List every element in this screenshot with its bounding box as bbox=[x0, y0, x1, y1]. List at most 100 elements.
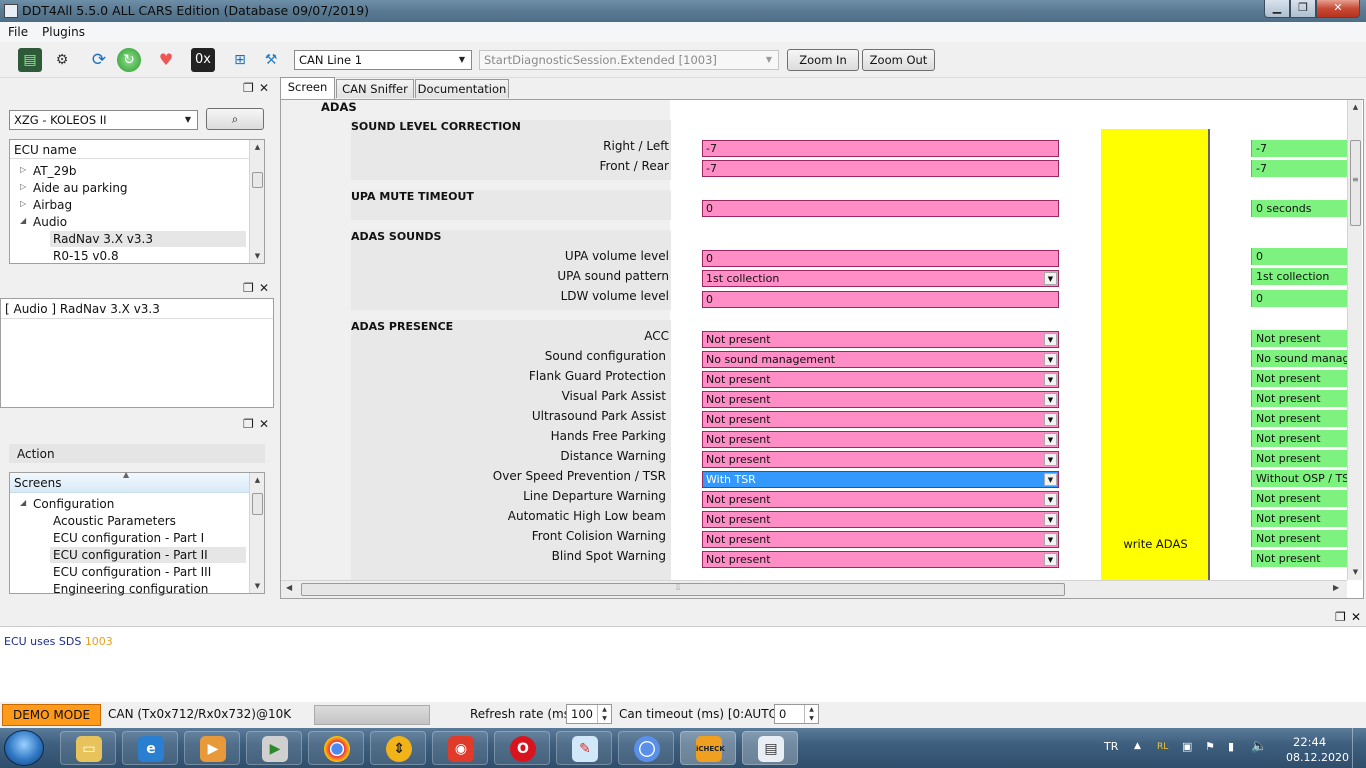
refresh-icon[interactable]: ⟳ bbox=[87, 48, 111, 72]
scroll-thumb[interactable] bbox=[252, 172, 263, 188]
write-adas-button[interactable]: write ADAS bbox=[1101, 129, 1210, 581]
session-select[interactable]: StartDiagnosticSession.Extended [1003] ▼ bbox=[479, 50, 779, 70]
network-icon[interactable]: ⊞ bbox=[228, 48, 252, 72]
taskbar-app[interactable]: ◉ bbox=[432, 731, 488, 765]
front-rear-input[interactable]: -7 bbox=[702, 160, 1059, 177]
taskbar-slideshow[interactable]: ▶ bbox=[246, 731, 302, 765]
float-icon[interactable]: ❐ bbox=[243, 417, 254, 431]
tree-item[interactable]: Engineering configuration bbox=[53, 582, 208, 596]
tray-expand-icon[interactable]: ▲ bbox=[1134, 741, 1141, 751]
scroll-down-icon[interactable]: ▼ bbox=[1348, 565, 1363, 579]
settings-gear-icon[interactable]: ⚙ bbox=[50, 48, 74, 72]
visual-park-select[interactable]: Not present ▼ bbox=[702, 391, 1059, 408]
taskbar-ie[interactable]: e bbox=[122, 731, 178, 765]
menu-file[interactable]: File bbox=[8, 25, 28, 39]
zoom-in-button[interactable]: Zoom In bbox=[787, 49, 859, 71]
upa-volume-input[interactable]: 0 bbox=[702, 250, 1059, 267]
tab-screen[interactable]: Screen bbox=[280, 77, 335, 99]
front-collision-select[interactable]: Not present ▼ bbox=[702, 531, 1059, 548]
hands-free-parking-select[interactable]: Not present ▼ bbox=[702, 431, 1059, 448]
screens-header[interactable]: Screens ▲ bbox=[10, 470, 250, 493]
screen-vscroll[interactable]: ▲ ≡ ▼ bbox=[1347, 100, 1362, 580]
taskbar-media[interactable]: ▶ bbox=[184, 731, 240, 765]
tab-documentation[interactable]: Documentation bbox=[415, 79, 509, 98]
osp-tsr-select[interactable]: With TSR ▼ bbox=[702, 471, 1059, 488]
tree-item[interactable]: ◢ Audio bbox=[20, 215, 67, 229]
tree-item[interactable]: ▷ Airbag bbox=[20, 198, 72, 212]
taskbar-icheck[interactable]: iCHECK bbox=[680, 731, 736, 765]
tree-item[interactable]: ▷ AT_29b bbox=[20, 164, 77, 178]
connect-icon[interactable]: ↻ bbox=[117, 48, 141, 72]
taskbar-chrome[interactable] bbox=[308, 731, 364, 765]
vehicle-select[interactable]: XZG - KOLEOS II ▼ bbox=[9, 110, 198, 130]
ldw-volume-input[interactable]: 0 bbox=[702, 291, 1059, 308]
tree-item[interactable]: ECU configuration - Part III bbox=[53, 565, 211, 579]
distance-warning-select[interactable]: Not present ▼ bbox=[702, 451, 1059, 468]
volume-icon[interactable]: 🔈 bbox=[1251, 739, 1267, 754]
taskbar-ddt4all[interactable]: ▤ bbox=[742, 731, 798, 765]
scroll-left-icon[interactable]: ◀ bbox=[286, 583, 292, 592]
tree-item[interactable]: ECU configuration - Part I bbox=[53, 531, 204, 545]
high-low-beam-select[interactable]: Not present ▼ bbox=[702, 511, 1059, 528]
upa-sound-pattern-select[interactable]: 1st collection ▼ bbox=[702, 270, 1059, 287]
flag-icon[interactable]: ⚑ bbox=[1205, 740, 1215, 753]
taskbar-paint[interactable]: ✎ bbox=[556, 731, 612, 765]
scroll-thumb[interactable]: ≡ bbox=[1350, 140, 1361, 226]
float-icon[interactable]: ❐ bbox=[243, 281, 254, 295]
heartbeat-icon[interactable]: ♥ bbox=[154, 48, 178, 72]
right-left-input[interactable]: -7 bbox=[702, 140, 1059, 157]
tab-can-sniffer[interactable]: CAN Sniffer bbox=[336, 79, 414, 98]
screen-hscroll[interactable]: ◀ ⦙⦙ ▶ bbox=[281, 580, 1347, 598]
scan-button[interactable]: ⌕ bbox=[206, 108, 264, 130]
taskbar-explorer[interactable]: ▭ bbox=[60, 731, 116, 765]
power-icon[interactable]: ▮ bbox=[1228, 740, 1234, 753]
close-icon[interactable]: ✕ bbox=[259, 417, 269, 431]
upa-mute-input[interactable]: 0 bbox=[702, 200, 1059, 217]
scroll-down-icon[interactable]: ▼ bbox=[250, 249, 265, 263]
hex-icon[interactable]: 0x bbox=[191, 48, 215, 72]
network-tray-icon[interactable]: ▣ bbox=[1182, 740, 1192, 753]
scroll-up-icon[interactable]: ▲ bbox=[250, 140, 265, 154]
close-icon[interactable]: ✕ bbox=[1351, 610, 1361, 624]
minimize-button[interactable]: ▁ bbox=[1264, 0, 1290, 18]
menu-plugins[interactable]: Plugins bbox=[42, 25, 85, 39]
scroll-up-icon[interactable]: ▲ bbox=[250, 473, 265, 487]
line-departure-select[interactable]: Not present ▼ bbox=[702, 491, 1059, 508]
tree-item[interactable]: ▷ Aide au parking bbox=[20, 181, 128, 195]
float-icon[interactable]: ❐ bbox=[243, 81, 254, 95]
ecu-tree-scrollbar[interactable]: ▲ ▼ bbox=[249, 140, 264, 263]
hscroll-thumb[interactable]: ⦙⦙ bbox=[301, 583, 1065, 596]
start-button[interactable] bbox=[4, 730, 44, 766]
spinner-icon[interactable]: ▲ ▼ bbox=[597, 705, 611, 723]
close-button[interactable]: ✕ bbox=[1316, 0, 1360, 18]
tree-item[interactable]: ◢ Configuration bbox=[20, 497, 114, 511]
scroll-thumb[interactable] bbox=[252, 493, 263, 515]
close-icon[interactable]: ✕ bbox=[259, 281, 269, 295]
monitor-icon[interactable]: ▤ bbox=[18, 48, 42, 72]
taskbar-vlc[interactable]: ⇕ bbox=[370, 731, 426, 765]
taskbar-opera[interactable]: O bbox=[494, 731, 550, 765]
scroll-down-icon[interactable]: ▼ bbox=[250, 579, 265, 593]
screens-scrollbar[interactable]: ▲ ▼ bbox=[249, 473, 264, 593]
blind-spot-select[interactable]: Not present ▼ bbox=[702, 551, 1059, 568]
ultrasound-park-select[interactable]: Not present ▼ bbox=[702, 411, 1059, 428]
tree-item[interactable]: R0-15 v0.8 bbox=[53, 249, 119, 263]
zoom-out-button[interactable]: Zoom Out bbox=[862, 49, 935, 71]
maximize-button[interactable]: ❐ bbox=[1290, 0, 1316, 18]
sound-config-select[interactable]: No sound management ▼ bbox=[702, 351, 1059, 368]
tree-item-selected[interactable]: ECU configuration - Part II bbox=[50, 547, 246, 563]
tool-icon[interactable]: ⚒ bbox=[259, 48, 283, 72]
flank-guard-select[interactable]: Not present ▼ bbox=[702, 371, 1059, 388]
scroll-up-icon[interactable]: ▲ bbox=[1348, 100, 1363, 114]
close-icon[interactable]: ✕ bbox=[259, 81, 269, 95]
tree-item-selected[interactable]: RadNav 3.X v3.3 bbox=[50, 231, 246, 247]
spinner-icon[interactable]: ▲ ▼ bbox=[804, 705, 818, 723]
show-desktop-button[interactable] bbox=[1352, 728, 1366, 768]
float-icon[interactable]: ❐ bbox=[1335, 610, 1346, 624]
refresh-rate-input[interactable]: 100 ▲ ▼ bbox=[566, 704, 612, 724]
tree-item[interactable]: Acoustic Parameters bbox=[53, 514, 176, 528]
can-timeout-input[interactable]: 0 ▲ ▼ bbox=[774, 704, 819, 724]
taskbar-chromium[interactable] bbox=[618, 731, 674, 765]
acc-select[interactable]: Not present ▼ bbox=[702, 331, 1059, 348]
scroll-right-icon[interactable]: ▶ bbox=[1333, 583, 1339, 592]
